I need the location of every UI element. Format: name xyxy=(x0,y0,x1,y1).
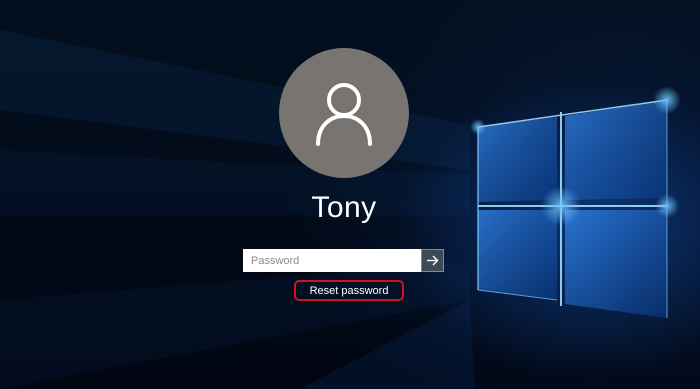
submit-button[interactable] xyxy=(421,249,444,272)
arrow-right-icon xyxy=(427,255,439,266)
user-avatar xyxy=(279,48,409,178)
password-row xyxy=(243,249,444,272)
login-panel: Tony Reset password xyxy=(0,0,700,389)
user-silhouette-icon xyxy=(316,83,372,146)
user-name: Tony xyxy=(311,191,377,224)
reset-password-link[interactable]: Reset password xyxy=(310,285,389,297)
reset-password-highlight: Reset password xyxy=(294,280,404,301)
lock-screen: Tony Reset password xyxy=(0,0,700,389)
password-input[interactable] xyxy=(243,249,421,272)
